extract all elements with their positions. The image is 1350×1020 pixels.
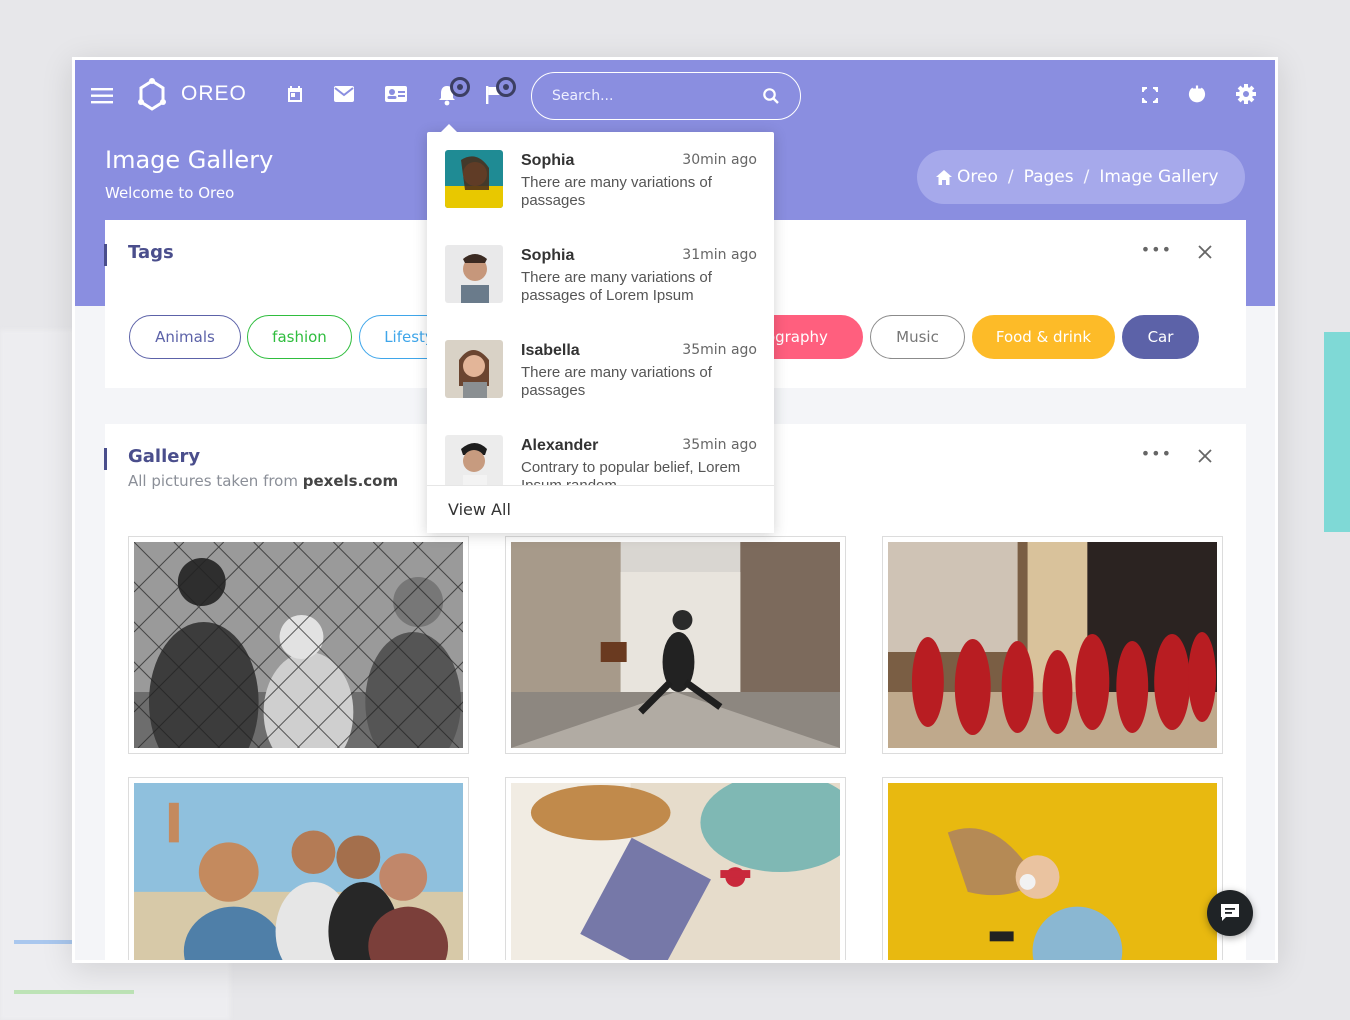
avatar bbox=[445, 340, 503, 398]
notification-message: Contrary to popular belief, Lorem Ipsum … bbox=[521, 459, 741, 485]
flag-badge bbox=[496, 77, 516, 97]
notification-time: 31min ago bbox=[682, 247, 757, 263]
photo-friends bbox=[134, 783, 463, 960]
avatar bbox=[445, 245, 503, 303]
background-progress-2 bbox=[14, 990, 134, 994]
gallery-photo[interactable] bbox=[882, 536, 1223, 754]
gallery-photo[interactable] bbox=[128, 777, 469, 960]
mail-icon[interactable] bbox=[333, 85, 355, 103]
breadcrumb-item-pages[interactable]: Pages bbox=[1024, 167, 1074, 187]
tag-animals[interactable]: Animals bbox=[129, 315, 241, 359]
photo-monks bbox=[888, 542, 1217, 748]
contact-card-icon[interactable] bbox=[384, 84, 408, 104]
notification-time: 35min ago bbox=[682, 342, 757, 358]
photo-businessman-jump bbox=[511, 542, 840, 748]
app-window: OREO Search... Image Gallery Welcome to … bbox=[72, 57, 1278, 963]
tag-food-drink[interactable]: Food & drink bbox=[972, 315, 1115, 359]
notification-item[interactable]: Alexander 35min ago Contrary to popular … bbox=[427, 417, 774, 485]
calendar-icon[interactable] bbox=[285, 84, 305, 104]
search-bar[interactable] bbox=[531, 72, 801, 120]
notification-message: There are many variations of passages of… bbox=[521, 269, 712, 304]
gallery-photo[interactable] bbox=[882, 777, 1223, 960]
notification-item[interactable]: Isabella 35min ago There are many variat… bbox=[427, 322, 774, 417]
tag-car[interactable]: Car bbox=[1122, 315, 1199, 359]
tag-music[interactable]: Music bbox=[870, 315, 965, 359]
breadcrumb: Oreo / Pages / Image Gallery bbox=[917, 150, 1245, 204]
settings-icon[interactable] bbox=[1235, 83, 1257, 105]
notification-item[interactable]: Sophia 31min ago There are many variatio… bbox=[427, 227, 774, 322]
gallery-subtitle: All pictures taken from pexels.com bbox=[128, 472, 398, 490]
breadcrumb-separator: / bbox=[1007, 167, 1014, 187]
page-title: Image Gallery bbox=[105, 146, 274, 174]
notification-message: There are many variations of passages bbox=[521, 174, 712, 209]
more-icon[interactable]: ••• bbox=[1141, 444, 1172, 463]
notification-sender: Sophia bbox=[521, 152, 575, 169]
notification-badge bbox=[450, 77, 470, 97]
notification-sender: Isabella bbox=[521, 342, 580, 359]
gallery-photo[interactable] bbox=[75, 536, 623, 782]
notification-message: There are many variations of passages bbox=[521, 364, 712, 399]
close-icon[interactable] bbox=[1197, 448, 1213, 468]
chat-icon bbox=[1219, 902, 1241, 924]
photo-music-girl bbox=[888, 783, 1217, 960]
tag-fashion[interactable]: fashion bbox=[247, 315, 352, 359]
breadcrumb-separator: / bbox=[1083, 167, 1090, 187]
search-icon[interactable] bbox=[762, 87, 780, 109]
breadcrumb-item-current: Image Gallery bbox=[1099, 167, 1219, 187]
notification-sender: Sophia bbox=[521, 247, 575, 264]
logo-icon[interactable] bbox=[135, 78, 169, 112]
breadcrumb-item-oreo[interactable]: Oreo bbox=[957, 167, 998, 187]
tags-card-title: Tags bbox=[104, 242, 174, 266]
notifications-dropdown: Sophia 30min ago There are many variatio… bbox=[427, 124, 774, 533]
gallery-card-title: Gallery bbox=[103, 446, 201, 470]
notification-time: 35min ago bbox=[682, 437, 757, 453]
avatar bbox=[445, 435, 503, 485]
top-navbar: OREO bbox=[75, 60, 1275, 132]
gallery-photo[interactable] bbox=[505, 773, 860, 960]
gallery-source-link[interactable]: pexels.com bbox=[303, 472, 398, 490]
notification-sender: Alexander bbox=[521, 437, 599, 454]
close-icon[interactable] bbox=[1197, 244, 1213, 264]
background-page-right bbox=[1324, 332, 1350, 532]
notification-item[interactable]: Sophia 30min ago There are many variatio… bbox=[427, 132, 774, 227]
chat-button[interactable] bbox=[1207, 890, 1253, 936]
notification-time: 30min ago bbox=[682, 152, 757, 168]
photo-travel-flatlay bbox=[511, 773, 860, 960]
gallery-photo[interactable] bbox=[505, 536, 846, 754]
gallery-subtitle-prefix: All pictures taken from bbox=[128, 472, 298, 490]
power-icon[interactable] bbox=[1187, 84, 1207, 104]
app-name[interactable]: OREO bbox=[181, 82, 247, 106]
view-all-link[interactable]: View All bbox=[427, 485, 774, 533]
home-icon[interactable] bbox=[935, 169, 953, 186]
more-icon[interactable]: ••• bbox=[1141, 240, 1172, 259]
menu-icon[interactable] bbox=[91, 86, 115, 106]
avatar bbox=[445, 150, 503, 208]
photo-kids-fence bbox=[75, 541, 623, 782]
fullscreen-icon[interactable] bbox=[1141, 86, 1159, 104]
page-subtitle: Welcome to Oreo bbox=[105, 184, 235, 202]
search-input[interactable] bbox=[552, 88, 752, 104]
